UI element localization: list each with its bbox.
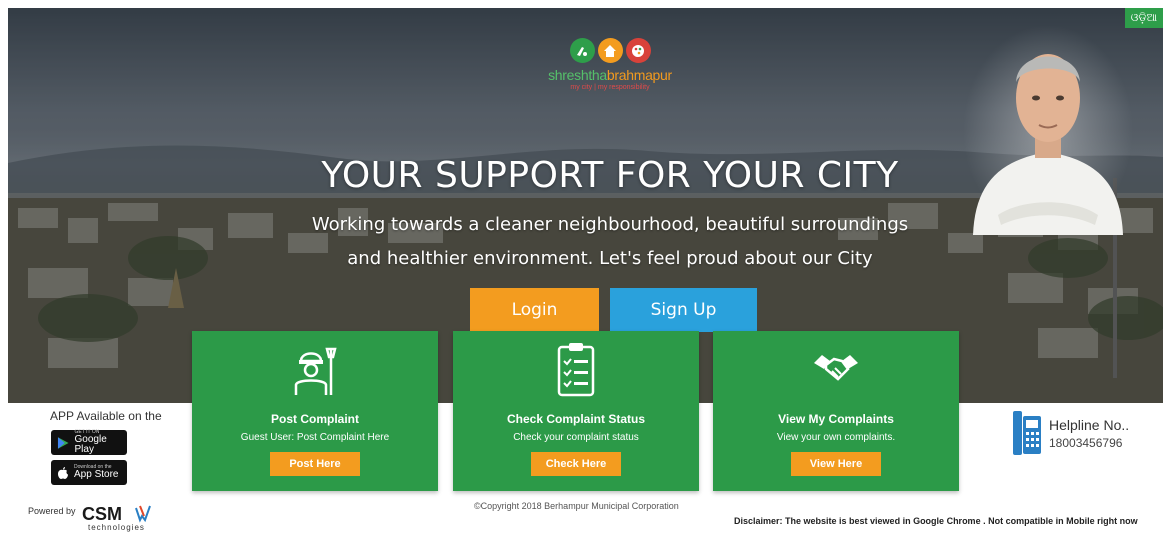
login-button[interactable]: Login [470,288,599,332]
csm-logo-subtext: technologies [88,523,145,532]
brand-tagline: my city | my responsibility [570,84,650,91]
view-here-button[interactable]: View Here [791,452,881,476]
card-description: Guest User: Post Complaint Here [240,432,390,443]
csm-technologies-logo[interactable]: CSM technologies [82,502,154,532]
brand-name-part2: brahmapur [606,67,672,83]
brand-logo: shreshthabrahmapur my city | my responsi… [530,38,690,91]
copyright-text: ©Copyright 2018 Berhampur Municipal Corp… [474,501,679,511]
card-title: Check Complaint Status [506,412,646,426]
view-my-complaints-card: View My Complaints View your own complai… [713,331,959,491]
csm-logo-text: CSM [82,504,122,524]
card-description: Check your complaint status [513,432,639,443]
check-complaint-status-card: Check Complaint Status Check your compla… [453,331,699,491]
hero-headline: YOUR SUPPORT FOR YOUR CITY [321,155,899,196]
card-description: View your own complaints. [776,432,896,443]
handshake-icon [814,355,858,381]
post-here-button[interactable]: Post Here [270,452,360,476]
language-toggle-button[interactable]: ଓଡ଼ିଆ [1125,8,1163,28]
post-complaint-card: Post Complaint Guest User: Post Complain… [192,331,438,491]
brand-name: shreshthabrahmapur [530,67,690,83]
brand-icons [530,38,690,63]
worker-icon [294,347,337,395]
google-play-text: Google Play [74,434,107,455]
house-icon [597,38,623,63]
disclaimer-text: Disclaimer: The website is best viewed i… [734,516,1138,526]
helpline-number: 18003456796 [1049,436,1123,450]
app-available-label: APP Available on the [50,409,162,423]
google-play-icon [57,436,69,449]
card-title: View My Complaints [778,412,894,426]
clipboard-checklist-icon [557,343,595,397]
chief-minister-photo [963,25,1133,235]
hero-subline-1: Working towards a cleaner neighbourhood,… [311,214,909,235]
page: ଓଡ଼ିଆ shreshthabrahmapur my city | my re… [0,0,1163,533]
brand-name-part1: shreshtha [548,67,607,83]
check-here-button[interactable]: Check Here [531,452,621,476]
signup-button[interactable]: Sign Up [610,288,757,332]
helpline-label: Helpline No.. [1049,417,1130,433]
telephone-icon [1013,411,1041,455]
card-title: Post Complaint [270,412,359,426]
google-play-badge[interactable]: GET IT ON Google Play [51,430,127,455]
cleaning-icon [569,38,595,63]
apple-icon [58,466,68,479]
helpline-box: Helpline No.. 18003456796 [1012,410,1152,460]
powered-by-label: Powered by [28,506,76,516]
app-store-badge[interactable]: Download on the App Store [51,460,127,485]
hero-subline-2: and healthier environment. Let's feel pr… [347,248,873,269]
app-store-text: App Store [74,469,119,480]
palette-icon [625,38,651,63]
